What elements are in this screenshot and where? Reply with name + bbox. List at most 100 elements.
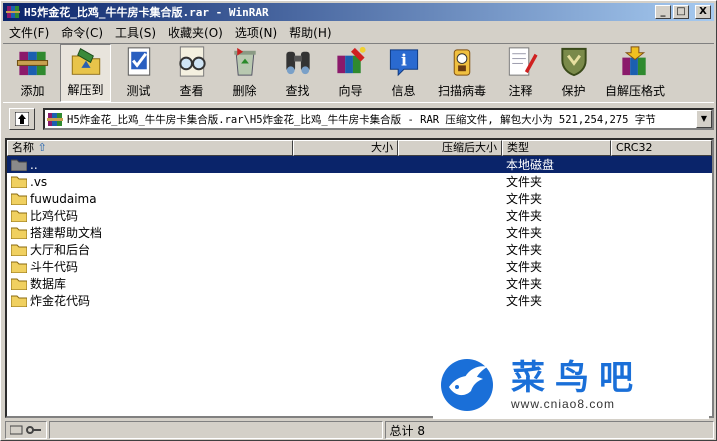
- find-binoculars-icon: [285, 51, 310, 75]
- file-row[interactable]: .. 本地磁盘: [7, 156, 712, 173]
- view-button[interactable]: 查看: [166, 44, 217, 102]
- delete-label: 删除: [232, 84, 257, 98]
- file-type: 文件夹: [506, 260, 543, 274]
- file-name: .vs: [30, 174, 48, 189]
- winrar-window: H5炸金花_比鸡_牛牛房卡集合版.rar - WinRAR _ □ X 文件(F…: [0, 0, 717, 441]
- protect-button[interactable]: 保护: [548, 44, 599, 102]
- wizard-label: 向导: [338, 84, 363, 98]
- file-type: 文件夹: [506, 277, 543, 291]
- file-row[interactable]: 比鸡代码 文件夹: [7, 207, 712, 224]
- extract-folder-icon: [71, 48, 100, 75]
- column-packed-header[interactable]: 压缩后大小: [398, 140, 502, 156]
- menu-tools[interactable]: 工具(S): [109, 24, 162, 41]
- title-bar[interactable]: H5炸金花_比鸡_牛牛房卡集合版.rar - WinRAR _ □ X: [3, 3, 714, 21]
- file-type: 文件夹: [506, 226, 543, 240]
- column-type-header[interactable]: 类型: [502, 140, 611, 156]
- file-name: 搭建帮助文档: [30, 226, 103, 240]
- view-glasses-icon: [178, 46, 206, 77]
- add-label: 添加: [20, 84, 45, 98]
- status-selection-box: [49, 421, 383, 439]
- file-type: 文件夹: [506, 192, 543, 206]
- file-name: fuwudaima: [30, 191, 97, 206]
- file-row[interactable]: 斗牛代码 文件夹: [7, 258, 712, 275]
- watermark-url: www.cniao8.com: [511, 397, 616, 411]
- info-label: 信息: [391, 84, 416, 98]
- file-name-cell: 斗牛代码: [7, 258, 293, 275]
- menu-file[interactable]: 文件(F): [3, 24, 55, 41]
- file-row[interactable]: 大厅和后台 文件夹: [7, 241, 712, 258]
- file-name: 炸金花代码: [30, 294, 91, 308]
- column-size-header[interactable]: 大小: [293, 140, 398, 156]
- folder-icon: [11, 278, 27, 290]
- file-row[interactable]: 数据库 文件夹: [7, 275, 712, 292]
- file-row[interactable]: fuwudaima 文件夹: [7, 190, 712, 207]
- sfx-label: 自解压格式: [604, 84, 665, 98]
- file-name-cell: fuwudaima: [7, 192, 293, 206]
- column-crc-header[interactable]: CRC32: [611, 140, 712, 156]
- info-button[interactable]: i 信息: [378, 44, 429, 102]
- test-check-icon: [127, 47, 150, 76]
- file-name: 斗牛代码: [30, 260, 79, 274]
- sfx-button[interactable]: 自解压格式: [601, 44, 669, 102]
- folder-icon: [11, 244, 27, 256]
- comment-button[interactable]: 注释: [495, 44, 546, 102]
- add-books-icon: [16, 51, 48, 76]
- file-row[interactable]: 搭建帮助文档 文件夹: [7, 224, 712, 241]
- test-label: 测试: [126, 84, 151, 98]
- file-name: ..: [30, 157, 38, 172]
- up-one-level-button[interactable]: [9, 108, 35, 130]
- maximize-button[interactable]: □: [673, 5, 689, 19]
- file-type: 文件夹: [506, 209, 543, 223]
- folder-icon: [11, 193, 27, 205]
- menu-help[interactable]: 帮助(H): [283, 24, 337, 41]
- wizard-button[interactable]: 向导: [325, 44, 376, 102]
- delete-recycle-icon: [233, 47, 256, 76]
- column-name-header[interactable]: 名称 ⇧: [7, 140, 293, 156]
- file-name-cell: ..: [7, 158, 293, 172]
- svg-text:i: i: [401, 50, 407, 69]
- file-type: 文件夹: [506, 175, 543, 189]
- menu-options[interactable]: 选项(N): [229, 24, 283, 41]
- minimize-button[interactable]: _: [655, 5, 671, 19]
- watermark: 菜鸟吧 www.cniao8.com: [433, 351, 709, 419]
- address-bar: H5炸金花_比鸡_牛牛房卡集合版.rar\H5炸金花_比鸡_牛牛房卡集合版 - …: [3, 105, 714, 133]
- menu-commands[interactable]: 命令(C): [55, 24, 109, 41]
- file-name: 大厅和后台: [30, 243, 91, 257]
- view-label: 查看: [179, 84, 204, 98]
- test-button[interactable]: 测试: [113, 44, 164, 102]
- sfx-icon: [622, 46, 646, 76]
- winrar-app-icon: [6, 6, 20, 18]
- status-total: 总计 8: [384, 421, 714, 439]
- protect-shield-icon: [560, 47, 587, 77]
- file-name-cell: .vs: [7, 175, 293, 189]
- file-name-cell: 比鸡代码: [7, 207, 293, 224]
- virus-scan-button[interactable]: 扫描病毒: [431, 44, 493, 102]
- find-label: 查找: [285, 84, 310, 98]
- delete-button[interactable]: 删除: [219, 44, 270, 102]
- menu-favorites[interactable]: 收藏夹(O): [162, 24, 229, 41]
- drive-key-icon: [10, 425, 41, 435]
- file-name-cell: 搭建帮助文档: [7, 224, 293, 241]
- folder-icon: [11, 176, 27, 188]
- file-row[interactable]: 炸金花代码 文件夹: [7, 292, 712, 309]
- file-row[interactable]: .vs 文件夹: [7, 173, 712, 190]
- folder-icon: [11, 261, 27, 273]
- path-dropdown-button[interactable]: ▼: [696, 110, 712, 128]
- add-button[interactable]: 添加: [7, 44, 58, 102]
- file-type: 文件夹: [506, 294, 543, 308]
- extract-to-button[interactable]: 解压到: [60, 44, 111, 102]
- close-button[interactable]: X: [695, 5, 711, 19]
- path-field[interactable]: H5炸金花_比鸡_牛牛房卡集合版.rar\H5炸金花_比鸡_牛牛房卡集合版 - …: [43, 108, 714, 130]
- menu-bar: 文件(F) 命令(C) 工具(S) 收藏夹(O) 选项(N) 帮助(H): [3, 22, 338, 42]
- file-type: 本地磁盘: [506, 158, 555, 172]
- status-bar: 总计 8: [3, 420, 714, 440]
- comment-label: 注释: [508, 84, 533, 98]
- folder-icon: [11, 295, 27, 307]
- info-icon: i: [389, 49, 418, 77]
- file-name-cell: 炸金花代码: [7, 292, 293, 309]
- find-button[interactable]: 查找: [272, 44, 323, 102]
- folder-icon: [11, 227, 27, 239]
- comment-pen-icon: [508, 47, 538, 76]
- file-name-cell: 大厅和后台: [7, 241, 293, 258]
- status-drive-box[interactable]: [5, 421, 47, 439]
